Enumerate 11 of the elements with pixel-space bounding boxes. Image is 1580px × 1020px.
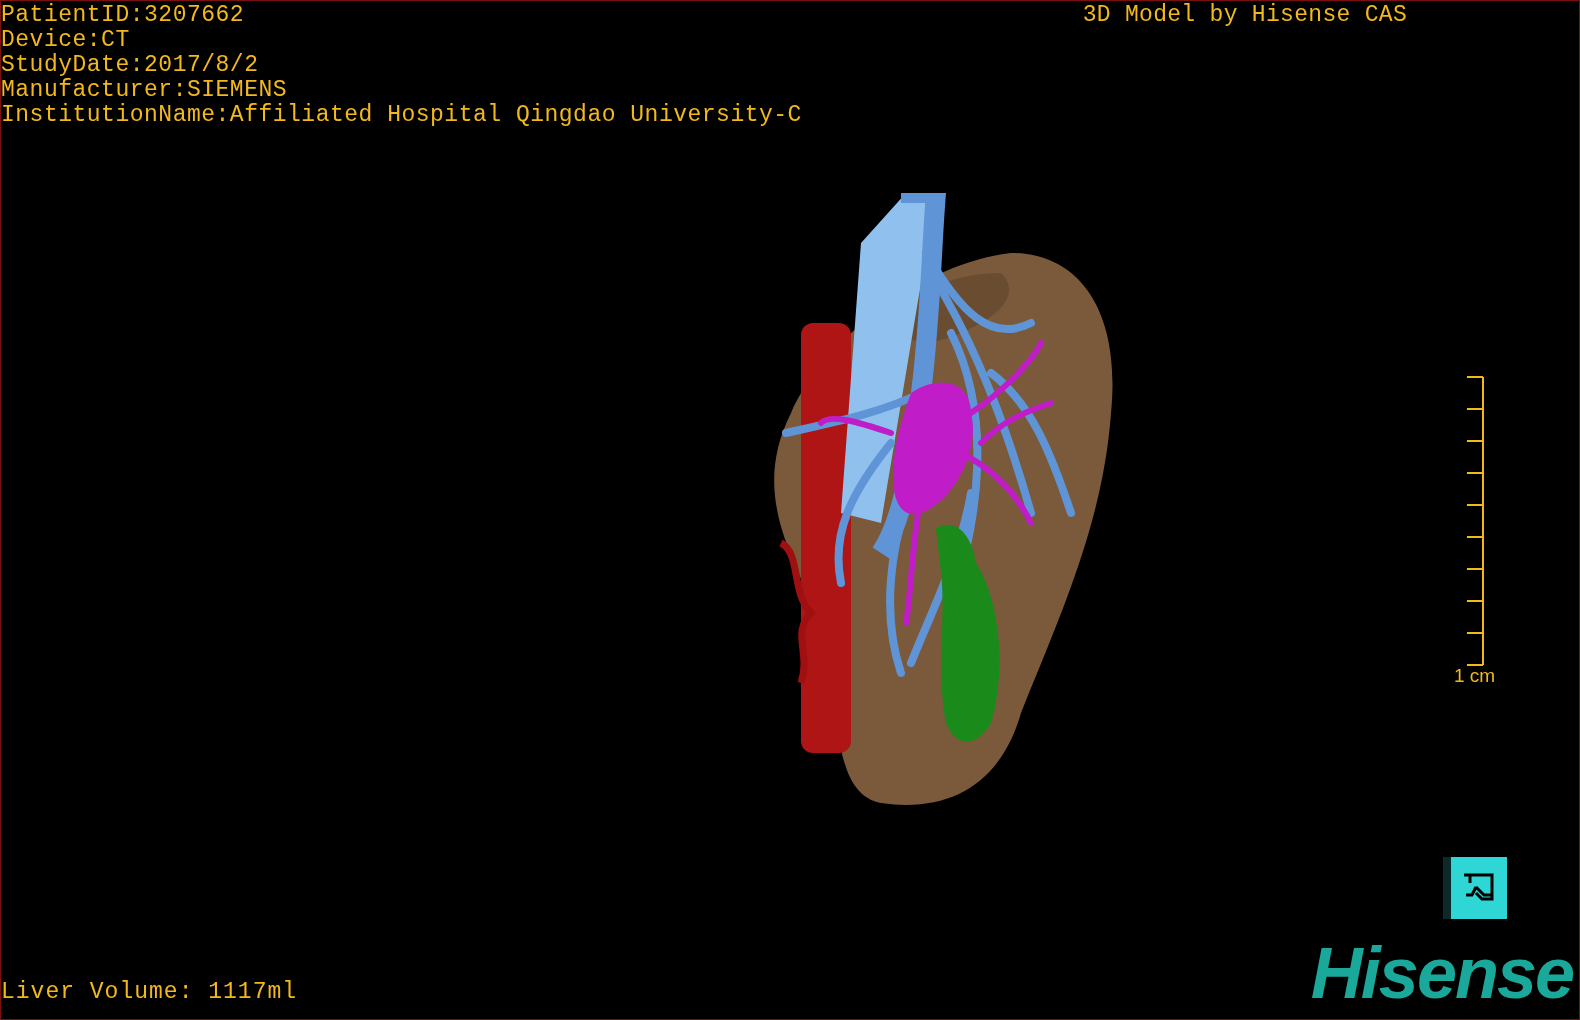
patient-info-text: Device:CT: [1, 28, 131, 53]
brand-logo: Hisense: [1310, 941, 1573, 1005]
scale-label: 1 cm: [1454, 666, 1496, 686]
patient-info-text: PatientID:3207662: [1, 3, 246, 28]
view-reset-button[interactable]: [1443, 857, 1507, 919]
patient-info-text: StudyDate:2017/8/2: [1, 53, 260, 78]
liver-volume-text: Liver Volume: 1117ml: [1, 980, 298, 1005]
reset-view-icon: [1462, 873, 1496, 903]
viewer-title: 3D Model by Hisense CAS: [1082, 3, 1407, 28]
patient-info-text: InstitutionName:Affiliated Hospital Qingdao University-C: [1, 103, 802, 128]
patient-info-text: Manufacturer:SIEMENS: [1, 78, 289, 103]
